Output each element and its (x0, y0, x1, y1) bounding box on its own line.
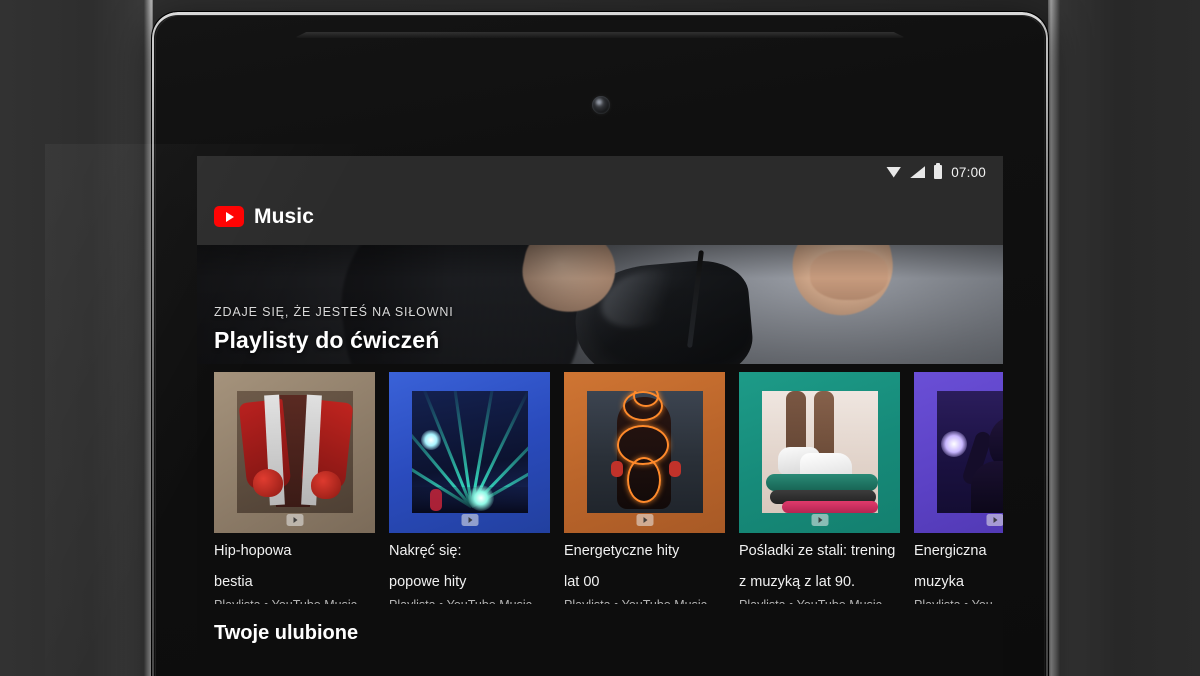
step-platform-pink (782, 501, 878, 513)
playlist-title-line2: z muzyką z lat 90. (739, 574, 856, 590)
playlist-subtitle: Playlista • YouTube Music (389, 598, 550, 604)
battery-icon (934, 162, 943, 179)
boxing-glove-left-shape (253, 469, 283, 497)
thumbnail-art-concert-crowd (937, 391, 1003, 513)
playlist-card[interactable]: Energiczna muzyka Playlista • You (914, 372, 1003, 604)
scene: 07:00 Music ZDAJE SIĘ, ŻE JESTEŚ NA SIŁO… (0, 0, 1200, 676)
hero-eyebrow: ZDAJE SIĘ, ŻE JESTEŚ NA SIŁOWNI (214, 305, 454, 319)
neon-scribble (623, 391, 663, 421)
boxing-glove-right-shape (311, 471, 341, 499)
playlist-title-line2: bestia (214, 574, 253, 590)
stage-light-glow (941, 431, 967, 457)
playlist-card[interactable]: Pośladki ze stali: trening z muzyką z la… (739, 372, 900, 604)
cellular-signal-icon (910, 166, 926, 178)
hero-text-block: ZDAJE SIĘ, ŻE JESTEŚ NA SIŁOWNI Playlist… (214, 305, 454, 354)
status-clock: 07:00 (951, 164, 986, 180)
figure-left-hand-shape (611, 461, 623, 477)
badge-play-triangle-icon (643, 517, 647, 523)
playlist-thumbnail[interactable] (389, 372, 550, 533)
hero-banner[interactable]: ZDAJE SIĘ, ŻE JESTEŚ NA SIŁOWNI Playlist… (197, 245, 1003, 364)
neon-scribble (627, 457, 661, 503)
playlist-thumbnail[interactable] (914, 372, 1003, 533)
speaker-grille (294, 32, 906, 38)
backdrop-right (1048, 0, 1200, 676)
playlist-title-line1: Energetyczne hity (564, 543, 680, 559)
playlist-card[interactable]: Hip-hopowa bestia Playlista • YouTube Mu… (214, 372, 375, 604)
laser-burst-origin (467, 485, 494, 511)
youtube-badge-icon (636, 514, 653, 526)
playlist-title-line2: muzyka (914, 574, 964, 590)
youtube-badge-icon (811, 514, 828, 526)
thumbnail-art-boxing-robe (237, 391, 353, 513)
youtube-logo-icon[interactable] (214, 206, 244, 227)
playlist-subtitle: Playlista • YouTube Music (739, 598, 900, 604)
playlist-title-line1: Hip-hopowa (214, 543, 292, 559)
playlist-title-line2: popowe hity (389, 574, 467, 590)
playlist-card[interactable]: Nakręć się: popowe hity Playlista • YouT… (389, 372, 550, 604)
youtube-badge-icon (286, 514, 303, 526)
laser-glow-secondary (421, 430, 442, 451)
tablet-device: 07:00 Music ZDAJE SIĘ, ŻE JESTEŚ NA SIŁO… (152, 12, 1048, 676)
badge-play-triangle-icon (293, 517, 297, 523)
app-brand-label: Music (254, 204, 315, 228)
thumbnail-art-neon-figure (587, 391, 703, 513)
playlist-thumbnail[interactable] (739, 372, 900, 533)
favourites-section: Twoje ulubione (197, 604, 1003, 645)
playlist-shelf[interactable]: Hip-hopowa bestia Playlista • YouTube Mu… (197, 364, 1003, 604)
badge-play-triangle-icon (818, 517, 822, 523)
play-triangle-icon (225, 211, 234, 222)
playlist-subtitle: Playlista • YouTube Music (214, 598, 375, 604)
status-bar: 07:00 (197, 156, 1003, 188)
playlist-title-line2: lat 00 (564, 574, 600, 590)
badge-play-triangle-icon (993, 517, 997, 523)
youtube-badge-icon (986, 514, 1003, 526)
playlist-title-line1: Pośladki ze stali: trening (739, 543, 896, 559)
playlist-thumbnail[interactable] (214, 372, 375, 533)
backdrop-left (0, 0, 153, 676)
crowd-red-figure (430, 489, 442, 511)
step-platform-green (766, 474, 878, 491)
front-camera-icon (592, 96, 610, 114)
playlist-title-line1: Energiczna (914, 543, 987, 559)
app-bar: Music (197, 188, 1003, 245)
playlist-thumbnail[interactable] (564, 372, 725, 533)
hero-title: Playlisty do ćwiczeń (214, 327, 440, 353)
playlist-title-line1: Nakręć się: (389, 543, 462, 559)
playlist-card[interactable]: Energetyczne hity lat 00 Playlista • You… (564, 372, 725, 604)
youtube-badge-icon (461, 514, 478, 526)
badge-play-triangle-icon (468, 517, 472, 523)
playlist-subtitle: Playlista • YouTube Music (564, 598, 725, 604)
favourites-section-title: Twoje ulubione (214, 622, 359, 644)
wifi-icon (886, 166, 902, 178)
figure-right-hand-shape (669, 461, 681, 477)
thumbnail-art-step-workout (762, 391, 878, 513)
thumbnail-art-laser-show (412, 391, 528, 513)
tablet-screen: 07:00 Music ZDAJE SIĘ, ŻE JESTEŚ NA SIŁO… (197, 156, 1003, 676)
playlist-subtitle: Playlista • You (914, 598, 1003, 604)
camera-glint (596, 99, 602, 105)
